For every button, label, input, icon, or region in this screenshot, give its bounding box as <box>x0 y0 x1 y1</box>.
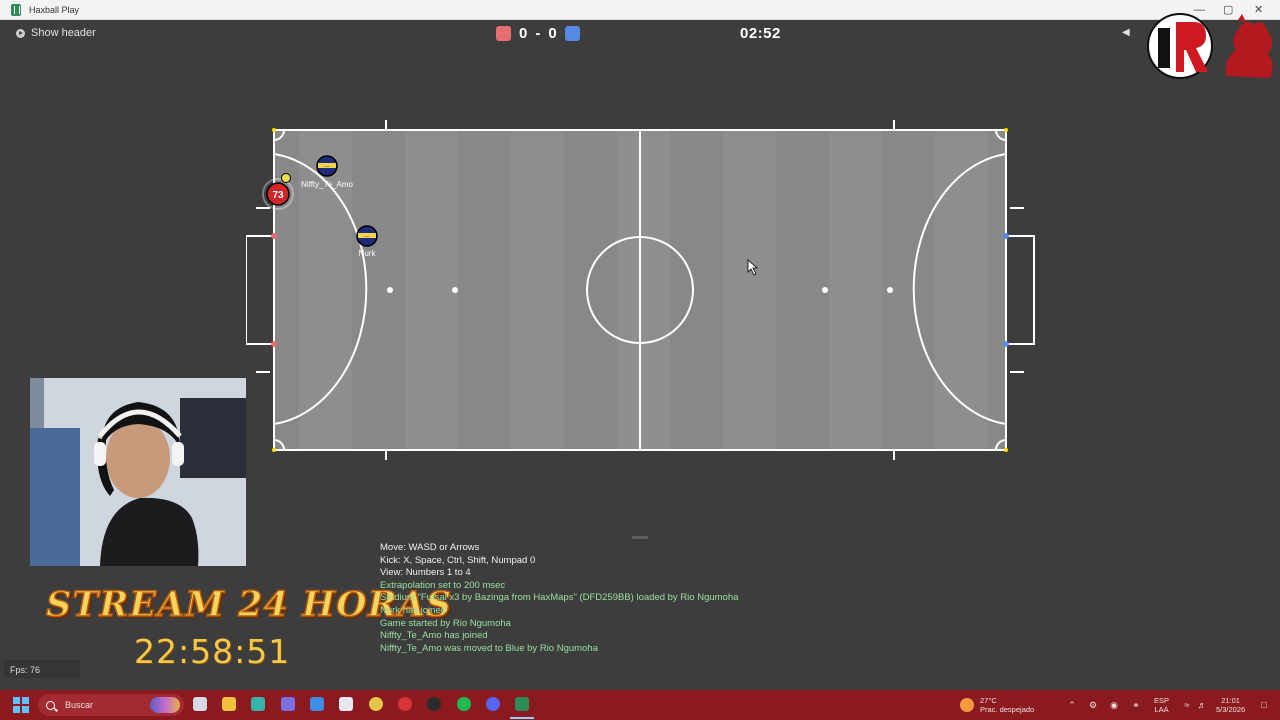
show-header-icon <box>16 28 25 38</box>
show-header-label: Show header <box>31 27 96 39</box>
chat-help-line: Kick: X, Space, Ctrl, Shift, Numpad 0 <box>380 554 536 566</box>
clock[interactable]: 21:01 5/3/2026 <box>1216 690 1245 720</box>
obs-icon[interactable] <box>427 697 441 711</box>
chat-message: Extrapolation set to 200 msec <box>380 579 506 591</box>
scoreboard: 0 - 0 <box>496 25 580 42</box>
chat-message: Niffty_Te_Amo was moved to Blue by Rio N… <box>380 642 598 654</box>
player-name-niffty: Niffty_Te_Amo <box>301 180 353 189</box>
taskbar-search[interactable]: Buscar <box>38 694 184 716</box>
chevron-up-icon[interactable]: ⌃ <box>1067 700 1077 710</box>
window-title: Haxball Play <box>29 4 80 15</box>
chat-help-line: Move: WASD or Arrows <box>380 542 480 553</box>
calculator-icon[interactable] <box>251 697 265 711</box>
show-header-button[interactable]: Show header <box>16 27 96 39</box>
player-blue-nurk: — Nurk <box>356 225 378 258</box>
chat-resize-handle[interactable] <box>632 536 648 539</box>
teams-icon[interactable] <box>281 697 295 711</box>
file-explorer-icon[interactable] <box>222 697 236 711</box>
opera-icon[interactable] <box>398 697 412 711</box>
fps-counter: Fps: 76 <box>10 665 41 675</box>
window-titlebar: Haxball Play — ▢ ✕ <box>0 0 1280 20</box>
language-indicator[interactable]: ESP LAA <box>1154 690 1169 720</box>
chat-message: Game started by Rio Ngumoha <box>380 617 511 629</box>
player-name-nurk: Nurk <box>359 249 377 258</box>
notifications-icon[interactable]: □ <box>1259 700 1269 710</box>
haxball-app: Haxball Play — ▢ ✕ Show header 0 - 0 02:… <box>0 0 1280 720</box>
stream-clock: 22:58:51 <box>134 632 291 671</box>
match-timer: 02:52 <box>740 25 781 42</box>
chat-help-line: View: Numbers 1 to 4 <box>380 567 471 579</box>
chat-message: Nurk has joined <box>380 604 447 616</box>
red-team-swatch <box>496 26 511 41</box>
player-red: 73 <box>262 178 294 210</box>
search-label: Buscar <box>65 700 94 710</box>
microphone-icon[interactable]: ⚭ <box>1131 700 1141 710</box>
player-avatar: — <box>365 234 370 240</box>
ball <box>281 173 291 183</box>
windows-taskbar: Buscar 27°C Prac. despejado ⌃ ⚙ ◉ ⚭ ESP … <box>0 690 1280 720</box>
player-avatar: — <box>325 164 330 170</box>
weather-icon[interactable] <box>960 698 974 712</box>
windows-start-icon[interactable] <box>13 697 29 713</box>
weather-widget[interactable]: 27°C Prac. despejado <box>980 690 1034 720</box>
settings-icon[interactable]: ⚙ <box>1088 700 1098 710</box>
wifi-icon[interactable]: ≈ <box>1182 700 1192 710</box>
weather-desc: Prac. despejado <box>980 705 1035 714</box>
search-icon <box>46 700 55 710</box>
notepad-icon[interactable] <box>310 697 324 711</box>
active-app-indicator <box>510 717 534 719</box>
haxball-taskbar-icon[interactable] <box>515 697 529 711</box>
score-separator: - <box>535 25 541 42</box>
clock-time: 21:01 <box>1221 696 1240 705</box>
snipping-tool-icon[interactable] <box>339 697 353 711</box>
volume-icon[interactable]: ♬ <box>1197 700 1207 710</box>
search-highlight-icon <box>150 697 180 713</box>
chrome-icon[interactable] <box>369 697 383 711</box>
chat-log: Move: WASD or Arrows Kick: X, Space, Ctr… <box>380 542 940 655</box>
steam-icon[interactable]: ◉ <box>1109 700 1119 710</box>
streamer-logo <box>1147 13 1273 79</box>
clock-date: 5/3/2026 <box>1216 705 1246 714</box>
discord-icon[interactable] <box>486 697 500 711</box>
spotify-icon[interactable] <box>457 697 471 711</box>
blue-score: 0 <box>548 25 557 42</box>
player-avatar-number: 73 <box>272 190 284 201</box>
haxball-app-icon <box>11 3 21 16</box>
language-bottom: LAA <box>1154 705 1169 714</box>
blue-team-swatch <box>564 26 580 41</box>
task-view-icon[interactable] <box>193 697 207 711</box>
speaker-icon[interactable]: ◀ <box>1122 27 1130 38</box>
language-top: ESP <box>1154 696 1170 705</box>
weather-temp: 27°C <box>980 696 997 705</box>
chat-message: Stadium "Futsal x3 by Bazinga from HaxMa… <box>380 592 739 604</box>
red-score: 0 <box>519 25 528 42</box>
chat-message: Niffty_Te_Amo has joined <box>380 630 488 642</box>
soccer-field[interactable]: 73 — Niffty_Te_Amo — Nurk <box>246 118 1036 462</box>
webcam-feed <box>30 378 246 566</box>
